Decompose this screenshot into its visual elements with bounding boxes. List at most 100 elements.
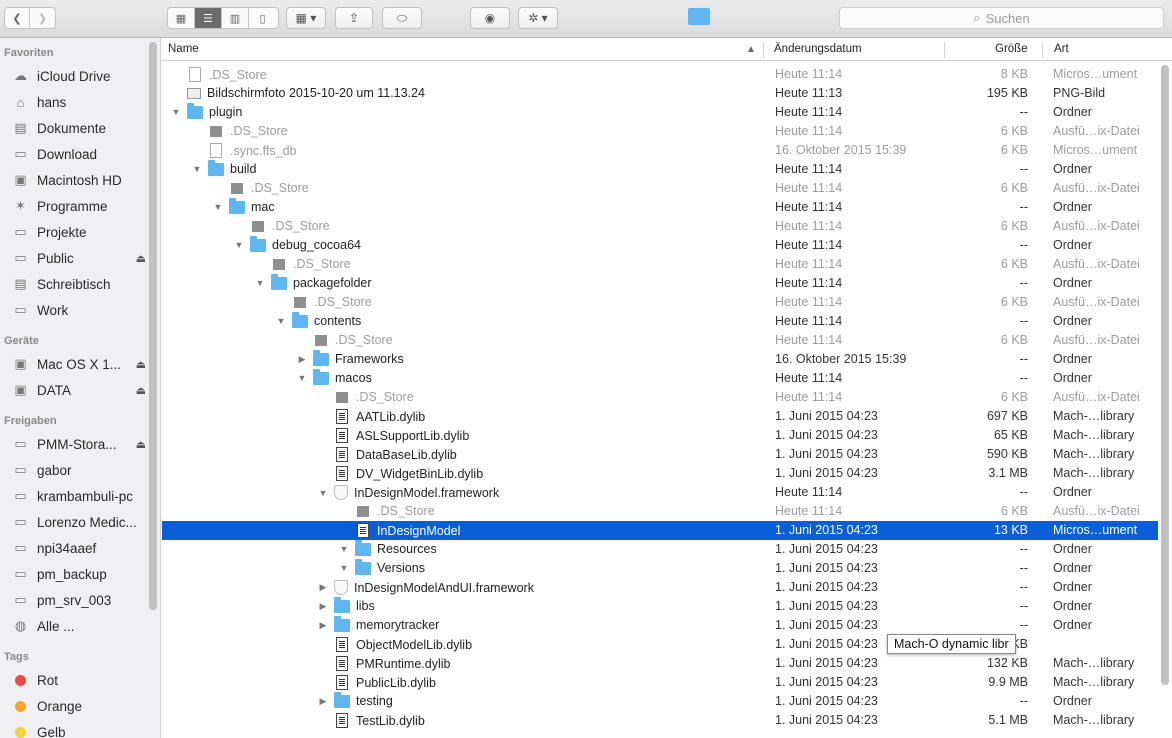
cell-date: Heute 11:14 [775,124,843,138]
sidebar-item-schreibtisch[interactable]: ▤ Schreibtisch [10,273,146,295]
eject-icon[interactable]: ⏏ [136,384,146,397]
list-view-button[interactable]: ☰ [195,8,222,28]
table-row[interactable]: ▼ Resources 1. Juni 2015 04:23 -- Ordner [162,540,1158,559]
sidebar-item-public[interactable]: ▭ Public ⏏ [10,247,146,269]
sidebar-item-gelb[interactable]: Gelb [10,721,146,738]
table-row[interactable]: ▼ mac Heute 11:14 -- Ordner [162,198,1158,217]
column-date[interactable]: Änderungsdatum [774,43,862,55]
sidebar-item-download[interactable]: ▭ Download [10,143,146,165]
table-row[interactable]: ▼ plugin Heute 11:14 -- Ordner [162,103,1158,122]
sidebar-item-programme[interactable]: ✶ Programme [10,195,146,217]
table-row[interactable]: ▶ memorytracker 1. Juni 2015 04:23 -- Ordner [162,616,1158,635]
tags-button[interactable]: ⬭ [382,7,422,29]
sidebar-item-data[interactable]: ▣ DATA ⏏ [10,379,146,401]
sidebar-item-npi34aaef[interactable]: ▭ npi34aaef [10,537,146,559]
sidebar-item-krambambuli-pc[interactable]: ▭ krambambuli-pc [10,485,146,507]
eject-icon[interactable]: ⏏ [136,358,146,371]
disclosure-triangle-down-icon[interactable]: ▼ [191,164,203,174]
disclosure-triangle-right-icon[interactable]: ▶ [296,354,308,365]
sidebar-item-orange[interactable]: Orange [10,695,146,717]
disclosure-triangle-down-icon[interactable]: ▼ [254,278,266,288]
table-row[interactable]: .sync.ffs_db 16. Oktober 2015 15:39 6 KB Mi… [162,141,1158,160]
column-size[interactable]: Größe [995,43,1028,55]
disclosure-triangle-down-icon[interactable]: ▼ [212,202,224,212]
sidebar-item-gabor[interactable]: ▭ gabor [10,459,146,481]
table-row[interactable]: ▼ macos Heute 11:14 -- Ordner [162,369,1158,388]
table-row[interactable]: PublicLib.dylib 1. Juni 2015 04:23 9.9 MB M… [162,673,1158,692]
sidebar-item-rot[interactable]: Rot [10,669,146,691]
eject-icon[interactable]: ⏏ [136,438,146,451]
table-row[interactable]: .DS_Store Heute 11:14 6 KB Ausfü…ix-Datei [162,217,1158,236]
disclosure-triangle-down-icon[interactable]: ▼ [338,563,350,573]
quicklook-button[interactable]: ◉ [470,7,510,29]
table-row[interactable]: ▼ contents Heute 11:14 -- Ordner [162,312,1158,331]
disclosure-triangle-down-icon[interactable]: ▼ [275,316,287,326]
table-row[interactable]: .DS_Store Heute 11:14 6 KB Ausfü…ix-Datei [162,255,1158,274]
list-scrollbar[interactable] [1161,65,1169,685]
arrange-button[interactable]: ▦ ▾ [286,7,326,29]
sidebar-item-pmm-stora[interactable]: ▭ PMM-Stora... ⏏ [10,433,146,455]
column-name[interactable]: Name [168,43,199,55]
forward-button[interactable]: ❯ [30,8,55,28]
sidebar-item-label: DATA [37,382,72,398]
table-row[interactable]: InDesignModel 1. Juni 2015 04:23 13 KB Micr… [162,521,1158,540]
table-row[interactable]: ▼ Versions 1. Juni 2015 04:23 -- Ordner [162,559,1158,578]
table-row[interactable]: ▶ testing 1. Juni 2015 04:23 -- Ordner [162,692,1158,711]
eject-icon[interactable]: ⏏ [136,252,146,265]
disclosure-triangle-right-icon[interactable]: ▶ [317,620,329,631]
share-button[interactable]: ⇪ [335,7,373,29]
table-row[interactable]: ASLSupportLib.dylib 1. Juni 2015 04:23 65 … [162,426,1158,445]
disclosure-triangle-right-icon[interactable]: ▶ [317,601,329,612]
table-row[interactable]: ▼ packagefolder Heute 11:14 -- Ordner [162,274,1158,293]
table-row[interactable]: TestLib.dylib 1. Juni 2015 04:23 5.1 MB Mac… [162,711,1158,730]
disclosure-triangle-down-icon[interactable]: ▼ [296,373,308,383]
disclosure-triangle-right-icon[interactable]: ▶ [317,582,329,593]
column-view-button[interactable]: ▥ [222,8,249,28]
table-row[interactable]: Bildschirmfoto 2015-10-20 um 11.13.24 Heu… [162,84,1158,103]
table-row[interactable]: ▼ InDesignModel.framework Heute 11:14 -- Ord… [162,483,1158,502]
sidebar-item-dokumente[interactable]: ▤ Dokumente [10,117,146,139]
sidebar-item-pm-backup[interactable]: ▭ pm_backup [10,563,146,585]
cell-size: 8 KB [1000,67,1028,81]
file-name: TestLib.dylib [356,713,425,728]
table-row[interactable]: PMRuntime.dylib 1. Juni 2015 04:23 132 KB M… [162,654,1158,673]
table-row[interactable]: .DS_Store Heute 11:14 8 KB Micros…ument [162,65,1158,84]
disclosure-triangle-down-icon[interactable]: ▼ [338,544,350,554]
table-row[interactable]: .DS_Store Heute 11:14 6 KB Ausfü…ix-Datei [162,179,1158,198]
search-placeholder: Suchen [985,10,1030,26]
search-input[interactable]: ⌕ Suchen [839,7,1164,29]
disclosure-triangle-down-icon[interactable]: ▼ [317,488,329,498]
sidebar-item-hans[interactable]: ⌂ hans [10,91,146,113]
sidebar-item-projekte[interactable]: ▭ Projekte [10,221,146,243]
table-row[interactable]: .DS_Store Heute 11:14 6 KB Ausfü…ix-Datei [162,331,1158,350]
disclosure-triangle-down-icon[interactable]: ▼ [233,240,245,250]
column-kind[interactable]: Art [1054,43,1069,55]
table-row[interactable]: ▼ build Heute 11:14 -- Ordner [162,160,1158,179]
icon-view-button[interactable]: ▦ [168,8,195,28]
sidebar-item-icloud-drive[interactable]: ☁ iCloud Drive [10,65,146,87]
table-row[interactable]: ▼ debug_cocoa64 Heute 11:14 -- Ordner [162,236,1158,255]
disclosure-triangle-down-icon[interactable]: ▼ [170,107,182,117]
table-row[interactable]: ▶ Frameworks 16. Oktober 2015 15:39 -- Ordne… [162,350,1158,369]
cell-date: 16. Oktober 2015 15:39 [775,143,907,157]
disclosure-triangle-right-icon[interactable]: ▶ [317,696,329,707]
table-row[interactable]: .DS_Store Heute 11:14 6 KB Ausfü…ix-Datei [162,122,1158,141]
table-row[interactable]: .DS_Store Heute 11:14 6 KB Ausfü…ix-Datei [162,502,1158,521]
sidebar-item-pm-srv-003[interactable]: ▭ pm_srv_003 [10,589,146,611]
table-row[interactable]: AATLib.dylib 1. Juni 2015 04:23 697 KB Mach… [162,407,1158,426]
sidebar-item-lorenzo-medic[interactable]: ▭ Lorenzo Medic... [10,511,146,533]
table-row[interactable]: .DS_Store Heute 11:14 6 KB Ausfü…ix-Datei [162,388,1158,407]
sidebar-item-alle[interactable]: ◍ Alle ... [10,615,146,637]
table-row[interactable]: ▶ libs 1. Juni 2015 04:23 -- Ordner [162,597,1158,616]
coverflow-view-button[interactable]: ▯ [249,8,276,28]
sidebar-item-macintosh-hd[interactable]: ▣ Macintosh HD [10,169,146,191]
action-button[interactable]: ✲ ▾ [518,7,558,29]
back-button[interactable]: ❮ [5,8,31,28]
sidebar-scrollbar[interactable] [149,42,157,610]
table-row[interactable]: DV_WidgetBinLib.dylib 1. Juni 2015 04:23 3… [162,464,1158,483]
table-row[interactable]: ▶ InDesignModelAndUI.framework 1. Juni 201… [162,578,1158,597]
sidebar-item-work[interactable]: ▭ Work [10,299,146,321]
table-row[interactable]: DataBaseLib.dylib 1. Juni 2015 04:23 590 K… [162,445,1158,464]
table-row[interactable]: .DS_Store Heute 11:14 6 KB Ausfü…ix-Datei [162,293,1158,312]
sidebar-item-mac-os-x-1[interactable]: ▣ Mac OS X 1... ⏏ [10,353,146,375]
